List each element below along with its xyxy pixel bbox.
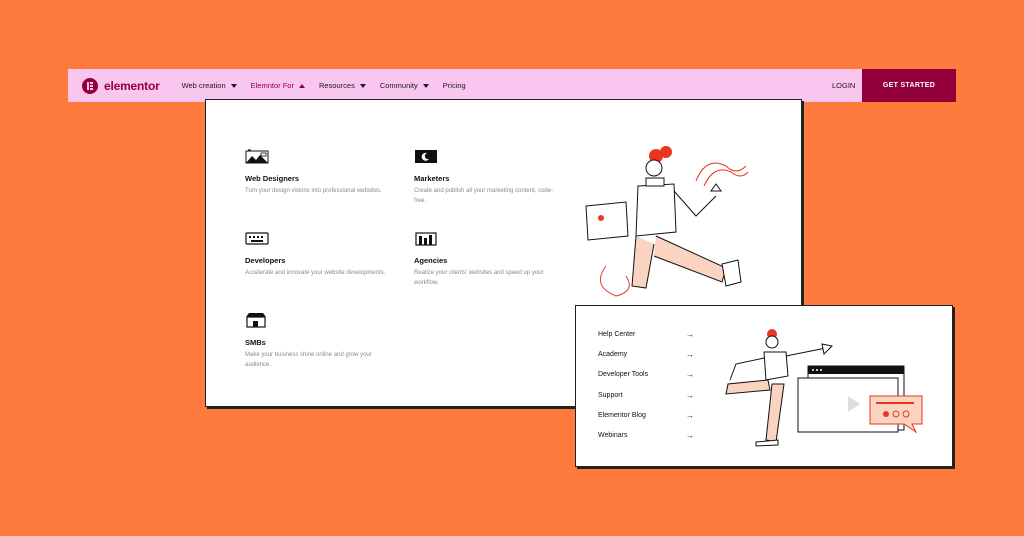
resources-item-developer-tools[interactable]: Developer Tools → [598,370,694,379]
card-developers[interactable]: Developers Accelerate and innovate your … [245,230,395,279]
card-title: Developers [245,256,286,265]
chevron-down-icon [230,83,237,88]
resources-item-help-center[interactable]: Help Center → [598,330,694,339]
chevron-down-icon [359,83,366,88]
card-description: Accelerate and innovate your website dev… [245,270,386,276]
resources-item-elementor-blog[interactable]: Elementor Blog → [598,411,694,420]
elementor-logo-icon [82,77,98,94]
login-link[interactable]: LOGIN [832,69,855,102]
arrow-right-icon: → [686,330,694,339]
get-started-button[interactable]: GET STARTED [862,69,956,102]
card-description: Turn your design visions into profession… [245,188,382,194]
smbs-icon [246,313,266,328]
card-title: Web Designers [245,174,300,183]
person-stretching-illustration [725,329,923,447]
card-web-designers[interactable]: Web Designers Turn your design visions i… [245,148,395,197]
arrow-right-icon: → [686,350,694,359]
chevron-up-icon [298,83,305,88]
arrow-right-icon: → [686,370,694,379]
arrow-right-icon: → [686,391,694,400]
developers-icon [245,232,269,245]
web-designers-icon [245,148,269,164]
marketers-icon [415,150,437,163]
arrow-right-icon: → [686,411,694,420]
card-title: Agencies [414,256,448,265]
nav-item-pricing[interactable]: Pricing [443,81,466,90]
nav-item-elementor-for[interactable]: Elemntor For [251,81,305,90]
arrow-right-icon: → [686,431,694,440]
top-navbar: elementor Web creation Elemntor For Reso… [68,69,956,102]
card-description: Realize your clients' websites and speed… [414,270,544,286]
chevron-down-icon [422,83,429,88]
resources-item-webinars[interactable]: Webinars → [598,431,694,440]
card-description: Make your business shine online and grow… [245,352,372,368]
elementor-logo[interactable]: elementor [82,77,160,94]
card-agencies[interactable]: Agencies Realize your clients' websites … [414,230,564,288]
card-title: Marketers [414,174,450,183]
card-title: SMBs [245,338,266,347]
nav-item-web-creation[interactable]: Web creation [182,81,237,90]
nav-item-community[interactable]: Community [380,81,429,90]
nav-menu: Web creation Elemntor For Resources Comm… [182,81,466,90]
card-smbs[interactable]: SMBs Make your business shine online and… [245,312,395,370]
brand-name: elementor [104,78,160,93]
card-description: Create and publish all your marketing co… [414,188,554,204]
resources-item-academy[interactable]: Academy → [598,350,694,359]
card-marketers[interactable]: Marketers Create and publish all your ma… [414,148,564,206]
resources-item-support[interactable]: Support → [598,391,694,400]
resources-dropdown: Help Center → Academy → Developer Tools … [575,305,953,467]
nav-item-resources[interactable]: Resources [319,81,366,90]
agencies-icon [415,232,437,246]
